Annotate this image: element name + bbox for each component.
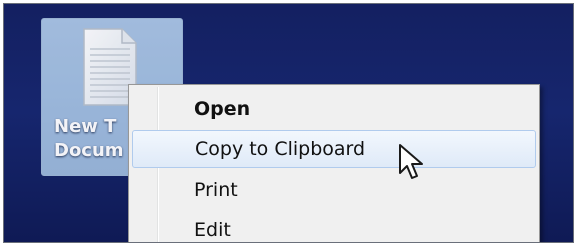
menu-item-copy-to-clipboard[interactable]: Copy to Clipboard <box>132 130 536 168</box>
menu-item-open[interactable]: Open <box>132 90 536 128</box>
screenshot-frame: New T Docum Open Copy to Clipboard Print… <box>3 3 574 243</box>
context-menu: Open Copy to Clipboard Print Edit <box>128 84 540 242</box>
menu-item-print[interactable]: Print <box>132 171 536 209</box>
menu-item-edit[interactable]: Edit <box>132 211 536 242</box>
mouse-pointer-icon <box>399 144 423 179</box>
